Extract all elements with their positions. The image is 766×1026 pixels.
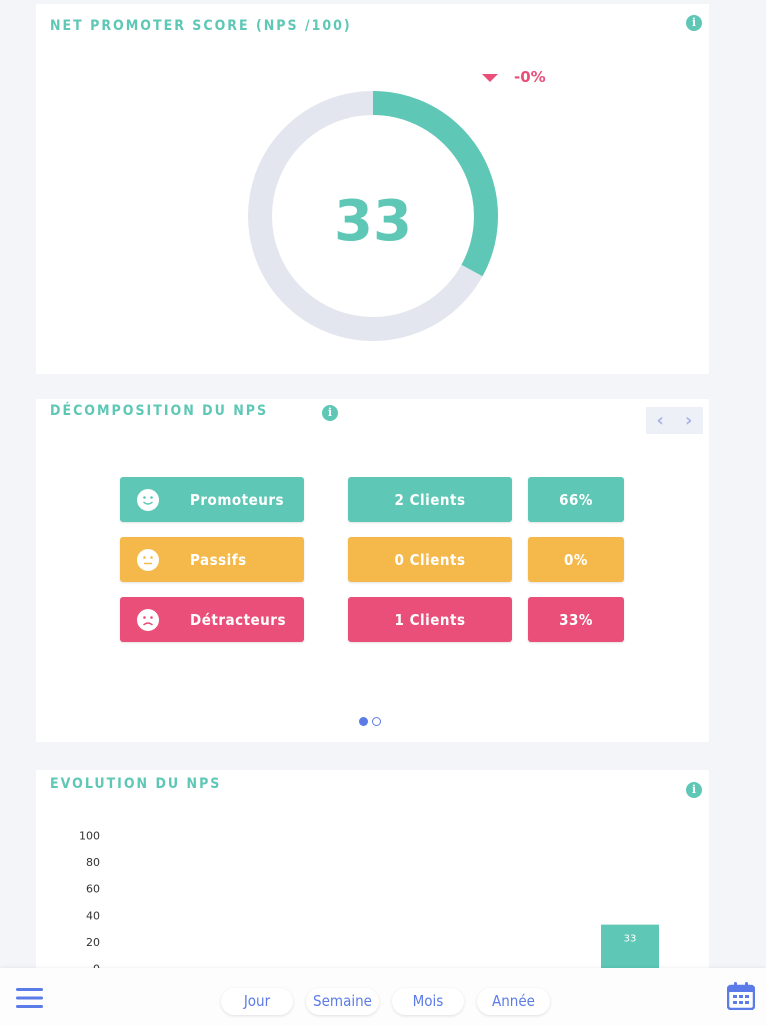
passives-count: 0 Clients — [348, 537, 512, 582]
period-week-button[interactable]: Semaine — [306, 988, 379, 1015]
nps-card-title: NET PROMOTER SCORE (NPS /100) — [50, 18, 352, 34]
passives-label-box: Passifs — [120, 537, 304, 582]
y-tick-label: 100 — [79, 830, 100, 843]
info-icon[interactable]: i — [322, 405, 338, 421]
smile-face-icon — [137, 488, 159, 511]
neutral-face-icon — [137, 548, 159, 571]
row-label: Passifs — [190, 550, 247, 569]
period-day-button[interactable]: Jour — [221, 988, 293, 1015]
nps-score-card: NET PROMOTER SCORE (NPS /100) i -0% 33 — [36, 4, 709, 374]
pagination-dot-active[interactable] — [359, 717, 368, 726]
promoters-count: 2 Clients — [348, 477, 512, 522]
row-label: Promoteurs — [190, 490, 285, 509]
pagination-dot[interactable] — [372, 717, 381, 726]
y-tick-label: 40 — [86, 909, 100, 922]
row-label: Détracteurs — [190, 610, 286, 629]
detractors-percent: 33% — [528, 597, 624, 642]
caret-down-icon — [482, 74, 498, 82]
period-year-button[interactable]: Année — [477, 988, 550, 1015]
hamburger-menu-icon[interactable] — [16, 988, 43, 1008]
carousel-pagination — [359, 717, 385, 726]
period-month-button[interactable]: Mois — [392, 988, 464, 1015]
chevron-right-icon[interactable]: › — [675, 407, 704, 434]
trend-indicator: -0% — [482, 68, 546, 86]
nps-breakdown-card: DÉCOMPOSITION DU NPS i ‹ › Promoteurs 2 … — [36, 399, 709, 742]
y-tick-label: 60 — [86, 883, 100, 896]
breakdown-card-title: DÉCOMPOSITION DU NPS — [50, 403, 269, 419]
y-tick-label: 20 — [86, 936, 100, 949]
detractors-count: 1 Clients — [348, 597, 512, 642]
calendar-icon[interactable] — [727, 982, 755, 1010]
nps-score-value: 33 — [334, 189, 412, 254]
carousel-nav: ‹ › — [646, 407, 703, 434]
detractors-label-box: Détracteurs — [120, 597, 304, 642]
bottom-toolbar: Jour Semaine Mois Année — [0, 968, 766, 1026]
promoters-percent: 66% — [528, 477, 624, 522]
chevron-left-icon[interactable]: ‹ — [646, 407, 675, 434]
trend-value: -0% — [514, 68, 546, 86]
y-tick-label: 80 — [86, 856, 100, 869]
promoters-label-box: Promoteurs — [120, 477, 304, 522]
bar-data-label: 33 — [624, 934, 637, 945]
sad-face-icon — [137, 608, 159, 631]
passives-percent: 0% — [528, 537, 624, 582]
info-icon[interactable]: i — [686, 15, 702, 31]
